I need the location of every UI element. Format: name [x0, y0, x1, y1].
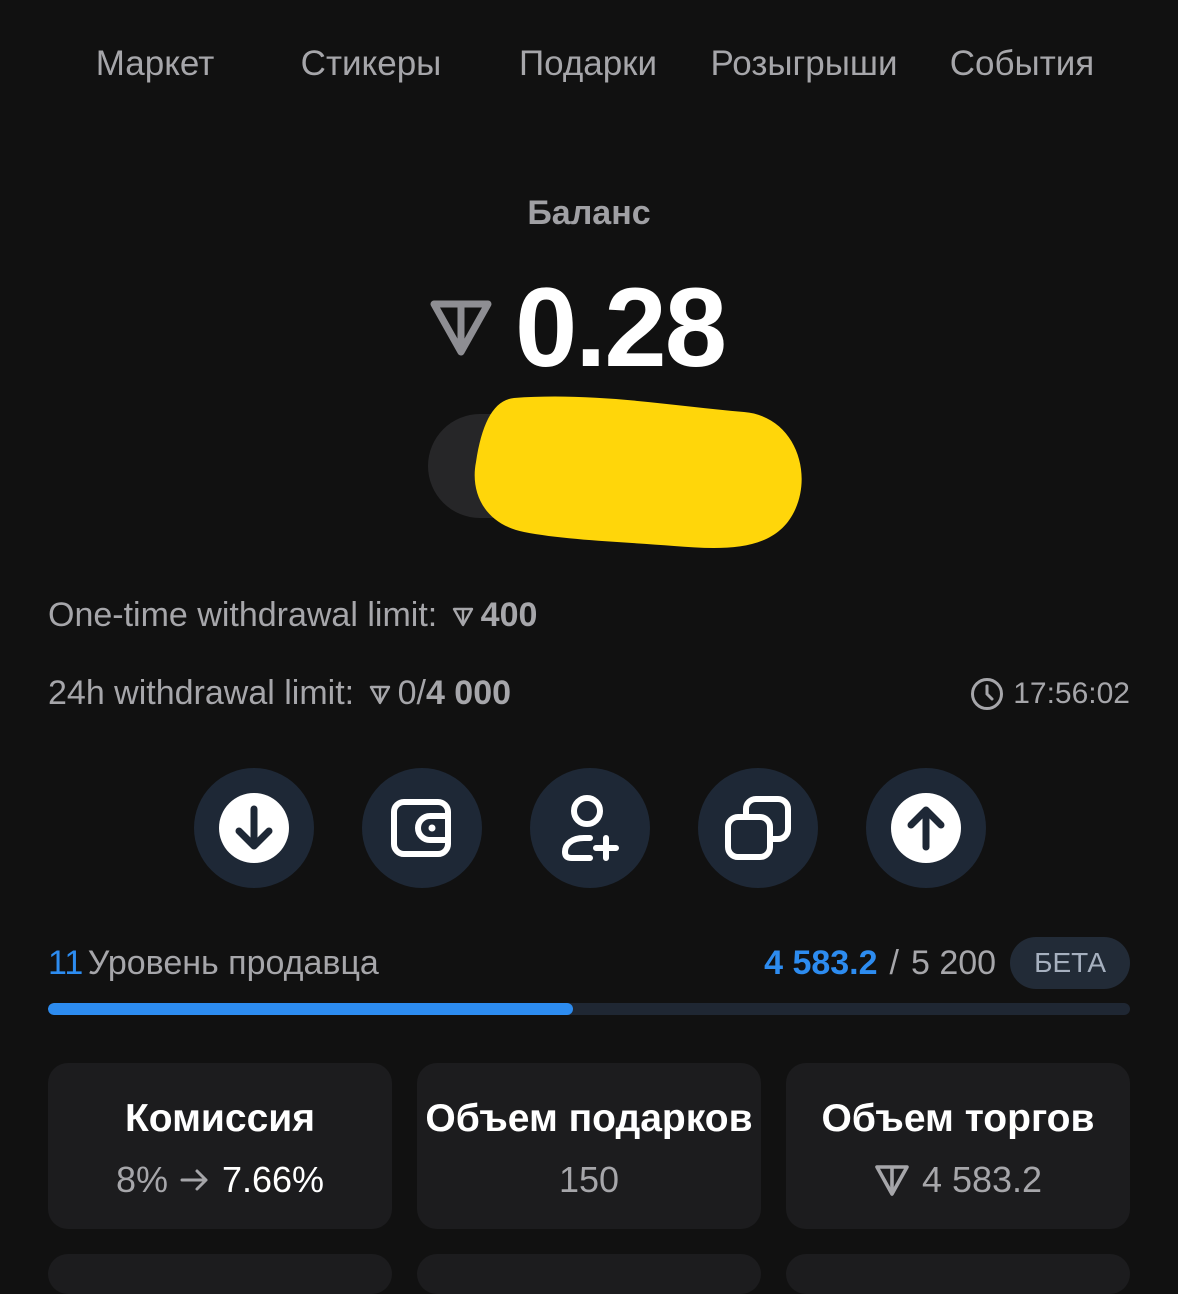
- tab-market[interactable]: Маркет: [96, 44, 215, 84]
- level-progress-text: 4 583.2 / 5 200 БЕТА: [764, 937, 1130, 989]
- level-target-volume: 5 200: [911, 943, 997, 982]
- gift-volume-title: Объем подарков: [425, 1097, 753, 1140]
- redaction-mark: [474, 396, 802, 549]
- commission-new: 7.66%: [221, 1159, 325, 1200]
- arrow-right-icon: [180, 1169, 208, 1191]
- ton-icon: [875, 1165, 909, 1196]
- invite-button[interactable]: [530, 768, 650, 888]
- wallet-icon: [391, 799, 451, 857]
- one-time-limit-value: 400: [480, 596, 538, 634]
- one-time-limit: One-time withdrawal limit: 400: [48, 596, 537, 635]
- level-label: Уровень продавца: [87, 944, 379, 982]
- level-label-group: 11 Уровень продавца: [48, 944, 379, 983]
- tab-gifts[interactable]: Подарки: [519, 44, 657, 84]
- tab-stickers[interactable]: Стикеры: [301, 44, 442, 84]
- beta-badge: БЕТА: [1010, 937, 1130, 989]
- arrow-up-circle-icon: [891, 793, 961, 863]
- add-user-icon: [561, 795, 619, 861]
- stat-card-partial[interactable]: [417, 1254, 761, 1294]
- daily-limit: 24h withdrawal limit: 0/4 000: [48, 674, 511, 713]
- limit-reset-timer: 17:56:02: [969, 676, 1130, 712]
- ton-icon: [369, 685, 390, 705]
- copy-button[interactable]: [698, 768, 818, 888]
- copy-icon: [725, 796, 791, 860]
- trade-volume-number: 4 583.2: [921, 1159, 1043, 1200]
- one-time-limit-label: One-time withdrawal limit:: [48, 596, 438, 634]
- gift-volume-number: 150: [558, 1159, 620, 1200]
- stat-card-partial[interactable]: [786, 1254, 1130, 1294]
- tab-events[interactable]: События: [950, 44, 1094, 84]
- commission-card[interactable]: Комиссия 8% 7.66%: [48, 1063, 392, 1229]
- commission-value: 8% 7.66%: [48, 1159, 392, 1201]
- trade-volume-card[interactable]: Объем торгов 4 583.2: [786, 1063, 1130, 1229]
- commission-old: 8%: [115, 1159, 168, 1200]
- level-current-volume: 4 583.2: [764, 943, 878, 982]
- level-number: 11: [48, 944, 84, 982]
- arrow-down-circle-icon: [219, 793, 289, 863]
- deposit-button[interactable]: [194, 768, 314, 888]
- balance-row: 0.28: [0, 268, 1178, 388]
- gift-volume-value: 150: [417, 1159, 761, 1201]
- tab-giveaways[interactable]: Розыгрыши: [710, 44, 897, 84]
- level-progress-fill: [48, 1003, 573, 1015]
- ton-icon: [452, 607, 473, 627]
- trade-volume-title: Объем торгов: [821, 1097, 1095, 1140]
- action-buttons: [0, 768, 1178, 890]
- daily-limit-label: 24h withdrawal limit:: [48, 674, 355, 712]
- daily-limit-used: 0/: [397, 674, 426, 712]
- gift-volume-card[interactable]: Объем подарков 150: [417, 1063, 761, 1229]
- timer-value: 17:56:02: [1013, 677, 1130, 710]
- trade-volume-value: 4 583.2: [786, 1159, 1130, 1201]
- daily-limit-max: 4 000: [425, 674, 512, 712]
- wallet-button[interactable]: [362, 768, 482, 888]
- withdraw-button[interactable]: [866, 768, 986, 888]
- balance-label: Баланс: [527, 194, 651, 232]
- balance-amount: 0.28: [515, 265, 727, 390]
- ton-icon: [430, 300, 492, 356]
- level-separator: /: [889, 943, 899, 982]
- level-progress-bar: [48, 1003, 1130, 1015]
- seller-level: 11 Уровень продавца 4 583.2 / 5 200 БЕТА: [48, 937, 1130, 992]
- commission-title: Комиссия: [124, 1097, 316, 1140]
- clock-icon: [971, 678, 1004, 710]
- stat-card-partial[interactable]: [48, 1254, 392, 1294]
- top-tabs: Маркет Стикеры Подарки Розыгрыши События: [0, 0, 1178, 130]
